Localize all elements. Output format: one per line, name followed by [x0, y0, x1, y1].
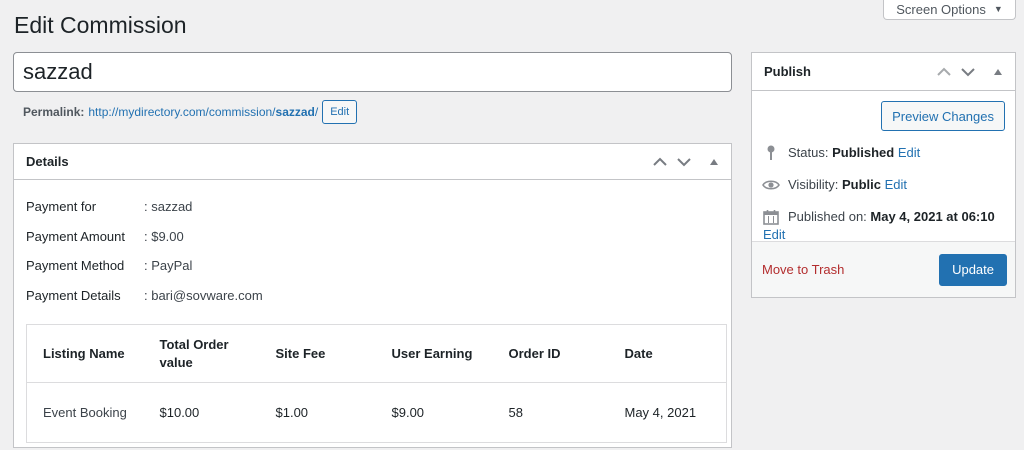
- permalink-label: Permalink:: [23, 104, 85, 119]
- table-cell: $1.00: [275, 404, 309, 420]
- publish-handle-actions: [937, 67, 1003, 77]
- table-cell: Event Booking: [43, 404, 127, 420]
- published-on-value: May 4, 2021 at 06:10: [870, 209, 995, 224]
- visibility-text: Visibility: Public Edit: [788, 175, 907, 195]
- column-header: Site Fee: [259, 324, 376, 383]
- caret-down-icon: ▼: [993, 4, 1003, 14]
- visibility-label: Visibility:: [788, 177, 839, 192]
- detail-key: Payment Details: [26, 287, 121, 303]
- permalink-link[interactable]: http://mydirectory.com/commission/sazzad…: [88, 105, 318, 119]
- permalink-edit-button[interactable]: Edit: [322, 99, 358, 124]
- detail-row-payment-amount: Payment Amount : $9.00: [26, 222, 719, 252]
- details-metabox: Details Payment for : sazzad Payment Amo…: [13, 143, 732, 448]
- publish-header: Publish: [752, 53, 1015, 91]
- pin-icon: [762, 143, 780, 163]
- permalink-row: Permalink: http://mydirectory.com/commis…: [23, 99, 358, 124]
- published-on-row: Published on: May 4, 2021 at 06:10: [762, 207, 1005, 227]
- post-title-input[interactable]: [13, 52, 732, 92]
- chevron-down-icon[interactable]: [677, 157, 691, 167]
- publish-metabox: Publish Preview Changes Status: Publishe…: [751, 52, 1016, 298]
- permalink-url-base: http://mydirectory.com/commission/: [88, 104, 276, 119]
- table-header-row: Listing Name Total Order value Site Fee …: [26, 324, 727, 383]
- listing-table: Listing Name Total Order value Site Fee …: [26, 324, 727, 443]
- visibility-value: Public: [841, 177, 881, 192]
- chevron-up-icon[interactable]: [653, 157, 667, 167]
- visibility-edit-link[interactable]: Edit: [885, 177, 907, 192]
- update-button[interactable]: Update: [939, 253, 1007, 286]
- detail-value: : bari@sovware.com: [144, 287, 263, 303]
- table-row: Event Booking $10.00 $1.00 $9.00 58 May …: [27, 383, 727, 443]
- permalink-slug: sazzad: [275, 104, 315, 119]
- column-header: Total Order value: [143, 324, 260, 383]
- eye-icon: [762, 175, 780, 195]
- detail-key: Payment Method: [26, 258, 125, 274]
- column-header: Listing Name: [26, 324, 144, 383]
- details-heading: Details: [26, 154, 69, 169]
- detail-row-payment-for: Payment for : sazzad: [26, 192, 719, 222]
- move-to-trash-link[interactable]: Move to Trash: [762, 262, 844, 277]
- column-header: Order ID: [492, 324, 609, 383]
- preview-changes-button[interactable]: Preview Changes: [881, 101, 1005, 131]
- preview-row: Preview Changes: [762, 101, 1005, 131]
- calendar-icon: [762, 207, 780, 227]
- detail-key: Payment for: [26, 199, 97, 215]
- triangle-up-icon[interactable]: [709, 158, 719, 166]
- details-handle-actions: [653, 157, 719, 167]
- column-header: User Earning: [375, 324, 493, 383]
- detail-value: : sazzad: [144, 199, 193, 215]
- page-title: Edit Commission: [14, 12, 187, 38]
- detail-value: : $9.00: [144, 228, 184, 244]
- edit-commission-page: Screen Options ▼ Edit Commission Permali…: [0, 0, 1024, 450]
- details-header: Details: [14, 144, 731, 180]
- details-body: Payment for : sazzad Payment Amount : $9…: [14, 180, 731, 443]
- table-cell: 58: [508, 404, 523, 420]
- table-cell: $10.00: [159, 404, 200, 420]
- screen-options-button[interactable]: Screen Options ▼: [883, 0, 1016, 20]
- publish-major-actions: Move to Trash Update: [752, 241, 1015, 297]
- column-header: Date: [608, 324, 727, 383]
- visibility-row: Visibility: Public Edit: [762, 175, 1005, 195]
- detail-key: Payment Amount: [26, 228, 125, 244]
- publish-heading: Publish: [764, 64, 811, 79]
- permalink-url-trailing: /: [314, 104, 319, 119]
- published-on-label: Published on:: [788, 209, 867, 224]
- status-text: Status: Published Edit: [788, 143, 920, 163]
- screen-options-label: Screen Options: [896, 1, 986, 17]
- chevron-down-icon[interactable]: [961, 67, 975, 77]
- published-on-text: Published on: May 4, 2021 at 06:10: [788, 207, 995, 227]
- chevron-up-icon[interactable]: [937, 67, 951, 77]
- status-value: Published: [832, 145, 895, 160]
- detail-row-payment-details: Payment Details : bari@sovware.com: [26, 281, 719, 311]
- publish-body: Preview Changes Status: Published Edit V…: [752, 91, 1015, 243]
- status-edit-link[interactable]: Edit: [898, 145, 920, 160]
- detail-value: : PayPal: [144, 258, 193, 274]
- triangle-up-icon[interactable]: [993, 68, 1003, 76]
- table-cell: May 4, 2021: [624, 404, 697, 420]
- table-cell: $9.00: [391, 404, 425, 420]
- detail-row-payment-method: Payment Method : PayPal: [26, 251, 719, 281]
- status-row: Status: Published Edit: [762, 143, 1005, 163]
- status-label: Status:: [788, 145, 829, 160]
